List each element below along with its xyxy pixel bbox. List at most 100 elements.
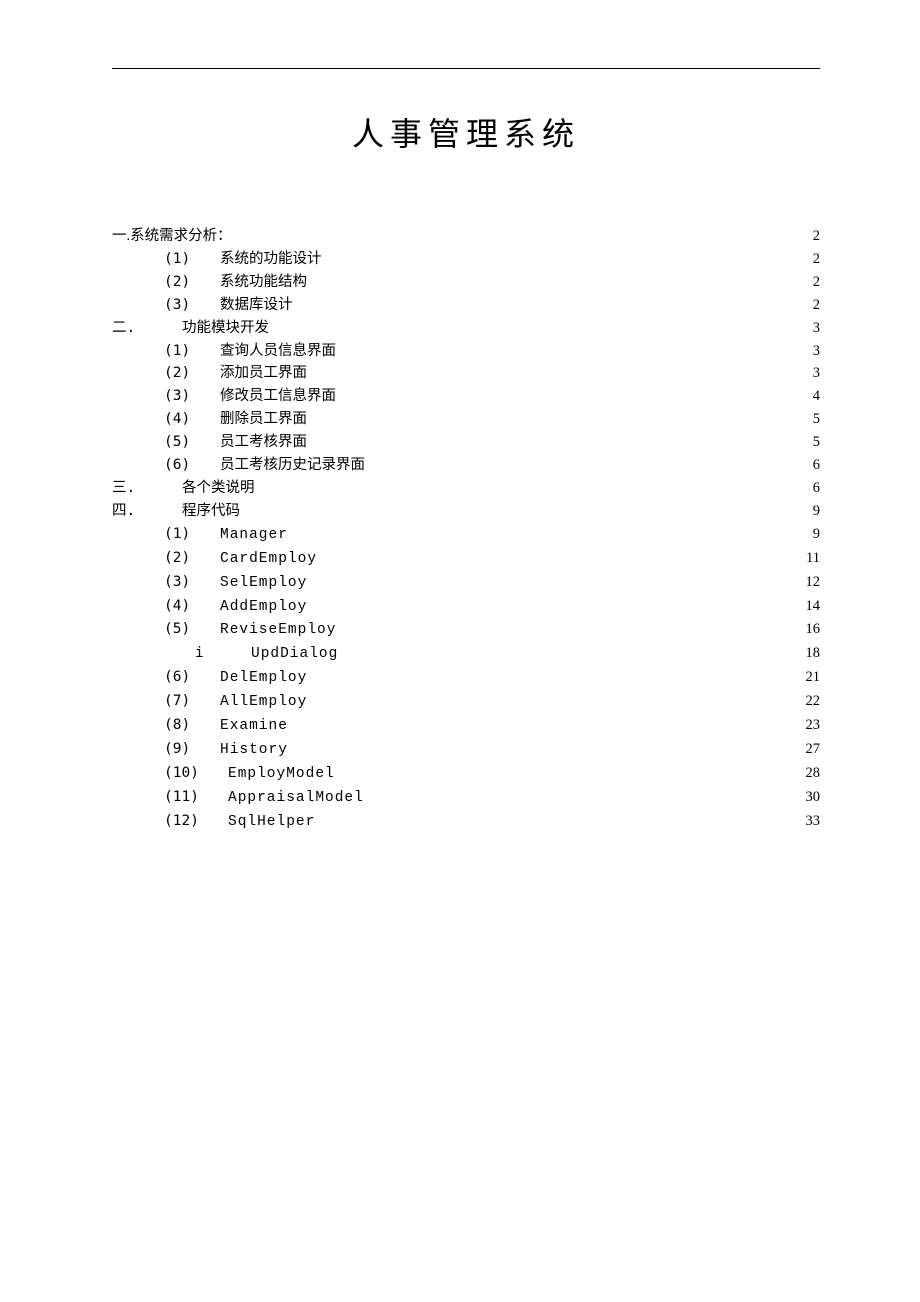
toc-entry-number: (7) bbox=[164, 690, 220, 713]
toc-entry-label: 系统的功能设计 bbox=[220, 248, 322, 271]
toc-entry-number: (4) bbox=[164, 595, 220, 618]
toc-entry: (8)Examine 23 bbox=[164, 714, 820, 738]
toc-entry-page: 23 bbox=[802, 714, 820, 737]
toc-entry-number: (6) bbox=[164, 666, 220, 689]
toc-entry-label: History bbox=[220, 739, 288, 762]
toc-entry-label: 程序代码 bbox=[182, 500, 240, 523]
toc-entry-label: Manager bbox=[220, 524, 288, 547]
toc-entry-number: (6) bbox=[164, 454, 220, 477]
toc-entry-page: 6 bbox=[802, 454, 820, 477]
toc-entry-page: 22 bbox=[802, 690, 820, 713]
toc-entry-label: 修改员工信息界面 bbox=[220, 385, 336, 408]
toc-entry: (4)AddEmploy 14 bbox=[164, 595, 820, 619]
toc-entry: 一.系统需求分析： 2 bbox=[112, 225, 820, 248]
toc-entry: (2)添加员工界面 3 bbox=[164, 362, 820, 385]
toc-entry-number: (2) bbox=[164, 362, 220, 385]
toc-entry-label: 删除员工界面 bbox=[220, 408, 307, 431]
toc-entry-page: 2 bbox=[802, 294, 820, 317]
toc-entry-label: 系统功能结构 bbox=[220, 271, 307, 294]
toc-entry-number: (11) bbox=[164, 786, 228, 809]
toc-entry-label: 员工考核历史记录界面 bbox=[220, 454, 365, 477]
toc-entry: (6)员工考核历史记录界面 6 bbox=[164, 454, 820, 477]
toc-entry-page: 4 bbox=[802, 385, 820, 408]
toc-entry: (3)修改员工信息界面 4 bbox=[164, 385, 820, 408]
toc-entry-label: ReviseEmploy bbox=[220, 619, 336, 642]
toc-entry-page: 12 bbox=[802, 571, 820, 594]
toc-entry-number: (5) bbox=[164, 431, 220, 454]
toc-entry: (2)CardEmploy 11 bbox=[164, 547, 820, 571]
toc-entry: iUpdDialog 18 bbox=[195, 642, 820, 666]
toc-entry-label: CardEmploy bbox=[220, 548, 317, 571]
toc-entry-page: 3 bbox=[802, 340, 820, 363]
toc-entry-number: (1) bbox=[164, 523, 220, 546]
toc-entry-page: 3 bbox=[802, 362, 820, 385]
toc-entry-label: SqlHelper bbox=[228, 811, 315, 834]
toc-entry-label: 一.系统需求分析： bbox=[112, 225, 232, 248]
document-title: 人事管理系统 bbox=[112, 109, 820, 155]
toc-entry-number: 三. bbox=[112, 477, 182, 500]
toc-entry-page: 6 bbox=[802, 477, 820, 500]
toc-entry-number: (3) bbox=[164, 385, 220, 408]
toc-entry-page: 2 bbox=[802, 271, 820, 294]
document-page: 人事管理系统 一.系统需求分析：2(1)系统的功能设计2(2)系统功能结构2(3… bbox=[0, 0, 920, 834]
toc-entry: (1)Manager9 bbox=[164, 523, 820, 547]
toc-entry-page: 18 bbox=[802, 642, 820, 665]
toc-entry-page: 5 bbox=[802, 431, 820, 454]
toc-entry: (10)EmployModel 28 bbox=[164, 762, 820, 786]
table-of-contents: 一.系统需求分析：2(1)系统的功能设计2(2)系统功能结构2(3)数据库设计2… bbox=[112, 225, 820, 834]
toc-entry-label: Examine bbox=[220, 715, 288, 738]
toc-entry: (2)系统功能结构 2 bbox=[164, 271, 820, 294]
toc-entry: (1)查询人员信息界面 3 bbox=[164, 340, 820, 363]
toc-entry-label: AllEmploy bbox=[220, 691, 307, 714]
toc-entry-number: 二. bbox=[112, 317, 182, 340]
toc-entry: (3)SelEmploy12 bbox=[164, 571, 820, 595]
toc-entry-page: 21 bbox=[802, 666, 820, 689]
toc-entry-number: (12) bbox=[164, 810, 228, 833]
toc-entry: 二.功能模块开发 3 bbox=[112, 317, 820, 340]
toc-entry-label: DelEmploy bbox=[220, 667, 307, 690]
toc-entry-label: 功能模块开发 bbox=[182, 317, 269, 340]
toc-entry-label: 数据库设计 bbox=[220, 294, 293, 317]
toc-entry-number: (2) bbox=[164, 271, 220, 294]
toc-entry: (4)删除员工界面5 bbox=[164, 408, 820, 431]
toc-entry-label: 添加员工界面 bbox=[220, 362, 307, 385]
toc-entry-number: (9) bbox=[164, 738, 220, 761]
toc-entry-page: 33 bbox=[802, 810, 820, 833]
toc-entry: (12)SqlHelper 33 bbox=[164, 810, 820, 834]
toc-entry-page: 11 bbox=[802, 547, 820, 570]
top-rule bbox=[112, 68, 820, 69]
toc-entry-page: 28 bbox=[802, 762, 820, 785]
toc-entry: (11)AppraisalModel 30 bbox=[164, 786, 820, 810]
toc-entry-page: 2 bbox=[802, 248, 820, 271]
toc-entry-label: SelEmploy bbox=[220, 572, 307, 595]
toc-entry-number: (8) bbox=[164, 714, 220, 737]
toc-entry-page: 3 bbox=[802, 317, 820, 340]
toc-entry: (5)ReviseEmploy 16 bbox=[164, 618, 820, 642]
toc-entry-number: (1) bbox=[164, 248, 220, 271]
toc-entry-number: (2) bbox=[164, 547, 220, 570]
toc-entry-label: EmployModel bbox=[228, 763, 335, 786]
toc-entry: (1)系统的功能设计 2 bbox=[164, 248, 820, 271]
toc-entry-number: (10) bbox=[164, 762, 228, 785]
toc-entry: (6)DelEmploy 21 bbox=[164, 666, 820, 690]
toc-entry: (3)数据库设计 2 bbox=[164, 294, 820, 317]
toc-entry: (7)AllEmploy 22 bbox=[164, 690, 820, 714]
toc-entry-number: i bbox=[195, 642, 251, 665]
toc-entry-page: 9 bbox=[802, 500, 820, 523]
toc-entry-label: 查询人员信息界面 bbox=[220, 340, 336, 363]
toc-entry-number: (5) bbox=[164, 618, 220, 641]
toc-entry-label: AppraisalModel bbox=[228, 787, 364, 810]
toc-entry-label: 员工考核界面 bbox=[220, 431, 307, 454]
toc-entry-label: UpdDialog bbox=[251, 643, 338, 666]
toc-entry-label: 各个类说明 bbox=[182, 477, 255, 500]
toc-entry-page: 30 bbox=[802, 786, 820, 809]
toc-entry-number: (3) bbox=[164, 294, 220, 317]
toc-entry-page: 16 bbox=[802, 618, 820, 641]
toc-entry-label: AddEmploy bbox=[220, 596, 307, 619]
toc-entry-number: 四. bbox=[112, 500, 182, 523]
toc-entry-page: 2 bbox=[802, 225, 820, 248]
toc-entry-number: (1) bbox=[164, 340, 220, 363]
toc-entry: 三.各个类说明 6 bbox=[112, 477, 820, 500]
toc-entry-page: 27 bbox=[802, 738, 820, 761]
toc-entry-page: 14 bbox=[802, 595, 820, 618]
